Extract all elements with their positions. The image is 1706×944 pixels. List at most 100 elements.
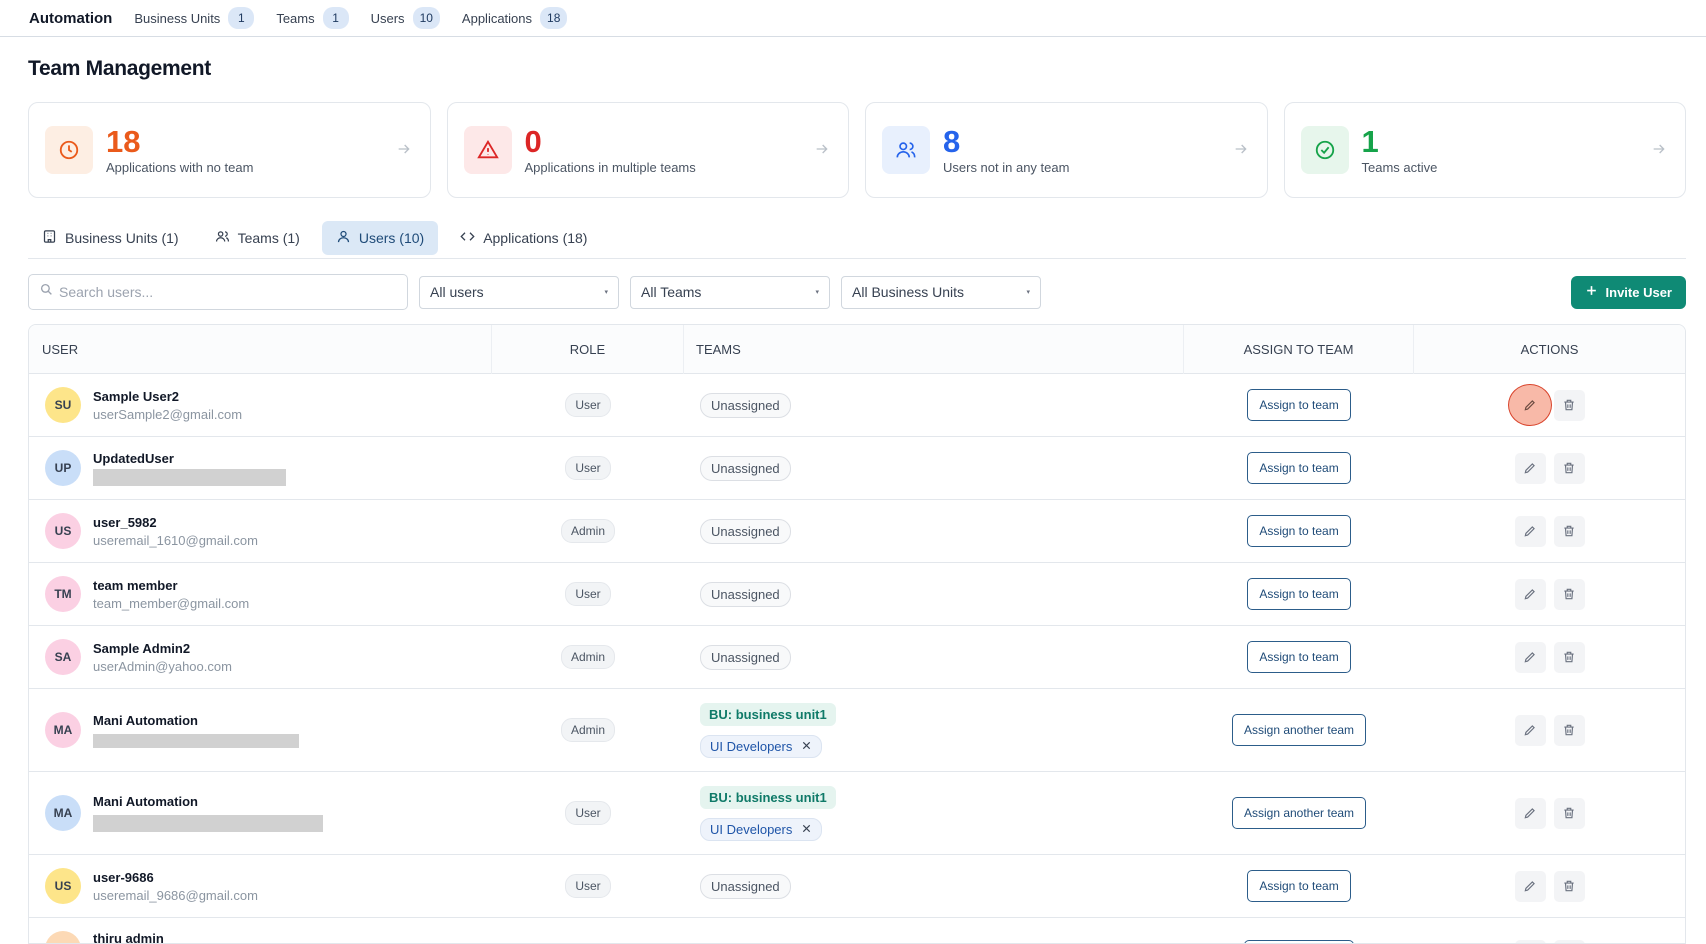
table-row: US user_5982useremail_1610@gmail.com Adm…: [29, 500, 1685, 563]
search-icon: [40, 283, 53, 301]
topnav-business-units[interactable]: Business Units1: [134, 7, 254, 29]
avatar: US: [45, 868, 81, 904]
arrow-right-icon: [814, 141, 830, 162]
unassigned-badge: Unassigned: [700, 645, 791, 670]
user-cell: SU Sample User2 userSample2@gmail.com: [29, 374, 492, 436]
assign-another-team-button[interactable]: Assign another team: [1232, 797, 1366, 829]
unassigned-badge: Unassigned: [700, 874, 791, 899]
user-name: Mani Automation: [93, 713, 299, 728]
team-filter-select[interactable]: All Teams ▾: [630, 276, 830, 309]
avatar: SU: [45, 387, 81, 423]
table-row: SU Sample User2 userSample2@gmail.com Use…: [29, 374, 1685, 437]
teams-cell: [684, 931, 1184, 944]
delete-button[interactable]: [1554, 390, 1585, 421]
user-cell: SA Sample Admin2userAdmin@yahoo.com: [29, 626, 492, 688]
topnav-users[interactable]: Users10: [371, 7, 440, 29]
teams-cell: Unassigned: [684, 500, 1184, 562]
tab-applications[interactable]: Applications (18): [446, 221, 601, 255]
role-cell: User: [492, 563, 684, 625]
actions-cell: [1414, 374, 1685, 436]
business-unit-tag: BU: business unit1: [700, 703, 836, 726]
stat-card-teams-active[interactable]: 1 Teams active: [1284, 102, 1687, 198]
pencil-icon: [1523, 398, 1537, 412]
user-name: thiru admin: [93, 931, 164, 944]
role-filter-select[interactable]: All users ▾: [419, 276, 619, 309]
topnav-count: 1: [228, 7, 254, 29]
header-role: ROLE: [492, 325, 684, 374]
assign-cell: Assign to team: [1184, 855, 1414, 917]
role-badge: User: [565, 393, 610, 417]
tab-teams[interactable]: Teams (1): [201, 221, 314, 255]
delete-button[interactable]: [1554, 642, 1585, 673]
topnav-label: Applications: [462, 11, 532, 26]
tab-users[interactable]: Users (10): [322, 221, 438, 255]
table-row: US user-9686useremail_9686@gmail.com Use…: [29, 855, 1685, 918]
search-input[interactable]: [59, 284, 389, 300]
remove-team-button[interactable]: [801, 822, 812, 837]
tab-label: Users (10): [359, 230, 424, 246]
users-icon: [215, 229, 230, 247]
edit-button[interactable]: [1515, 453, 1546, 484]
delete-button[interactable]: [1554, 871, 1585, 902]
assign-to-team-button[interactable]: Assign to team: [1247, 515, 1350, 547]
tab-business-units[interactable]: Business Units (1): [28, 221, 193, 255]
topnav-label: Users: [371, 11, 405, 26]
edit-button[interactable]: [1515, 871, 1546, 902]
user-email: userSample2@gmail.com: [93, 407, 242, 422]
page-title: Team Management: [28, 57, 211, 81]
users-table: USER ROLE TEAMS ASSIGN TO TEAM ACTIONS S…: [28, 324, 1686, 944]
stat-card-apps-no-team[interactable]: 18 Applications with no team: [28, 102, 431, 198]
role-badge: Admin: [561, 519, 615, 543]
user-name: Sample User2: [93, 389, 242, 404]
delete-button[interactable]: [1554, 516, 1585, 547]
edit-button[interactable]: [1515, 715, 1546, 746]
assign-to-team-button[interactable]: Assign to team: [1247, 870, 1350, 902]
close-icon: [801, 823, 812, 834]
clock-icon: [45, 126, 93, 174]
check-circle-icon: [1301, 126, 1349, 174]
tab-label: Teams (1): [238, 230, 300, 246]
topnav-applications[interactable]: Applications18: [462, 7, 567, 29]
business-unit-filter-select[interactable]: All Business Units ▾: [841, 276, 1041, 309]
trash-icon: [1562, 587, 1576, 601]
role-cell: User: [492, 855, 684, 917]
stat-card-apps-multiple-teams[interactable]: 0 Applications in multiple teams: [447, 102, 850, 198]
user-name: UpdatedUser: [93, 451, 286, 466]
chevron-down-icon: ▾: [1026, 288, 1030, 296]
header-user: USER: [29, 325, 492, 374]
trash-icon: [1562, 650, 1576, 664]
role-badge: User: [565, 801, 610, 825]
invite-user-button[interactable]: Invite User: [1571, 276, 1686, 309]
user-icon: [336, 229, 351, 247]
topnav-teams[interactable]: Teams1: [276, 7, 348, 29]
assign-to-team-button[interactable]: Assign to team: [1247, 641, 1350, 673]
remove-team-button[interactable]: [801, 739, 812, 754]
assign-cell: Assign another team: [1184, 689, 1414, 771]
delete-button[interactable]: [1554, 453, 1585, 484]
actions-cell: [1414, 931, 1685, 944]
edit-button[interactable]: [1508, 384, 1552, 426]
delete-button[interactable]: [1554, 940, 1585, 944]
edit-button[interactable]: [1515, 940, 1546, 944]
assign-to-team-button[interactable]: Assign to team: [1247, 578, 1350, 610]
edit-button[interactable]: [1515, 579, 1546, 610]
edit-button[interactable]: [1515, 798, 1546, 829]
delete-button[interactable]: [1554, 715, 1585, 746]
unassigned-badge: Unassigned: [700, 393, 791, 418]
role-cell: [492, 931, 684, 944]
user-name: user_5982: [93, 515, 258, 530]
stat-card-users-no-team[interactable]: 8 Users not in any team: [865, 102, 1268, 198]
edit-button[interactable]: [1515, 516, 1546, 547]
assign-to-team-button[interactable]: Assign to team: [1247, 452, 1350, 484]
assign-to-team-button[interactable]: Assign to team: [1247, 389, 1350, 421]
delete-button[interactable]: [1554, 579, 1585, 610]
avatar: [45, 931, 81, 944]
delete-button[interactable]: [1554, 798, 1585, 829]
assign-cell: Assign to team: [1184, 563, 1414, 625]
user-name: Mani Automation: [93, 794, 323, 809]
edit-button[interactable]: [1515, 642, 1546, 673]
assign-another-team-button[interactable]: Assign another team: [1232, 714, 1366, 746]
stat-value: 18: [106, 126, 253, 158]
header-teams: TEAMS: [684, 325, 1184, 374]
search-box: [28, 274, 408, 310]
